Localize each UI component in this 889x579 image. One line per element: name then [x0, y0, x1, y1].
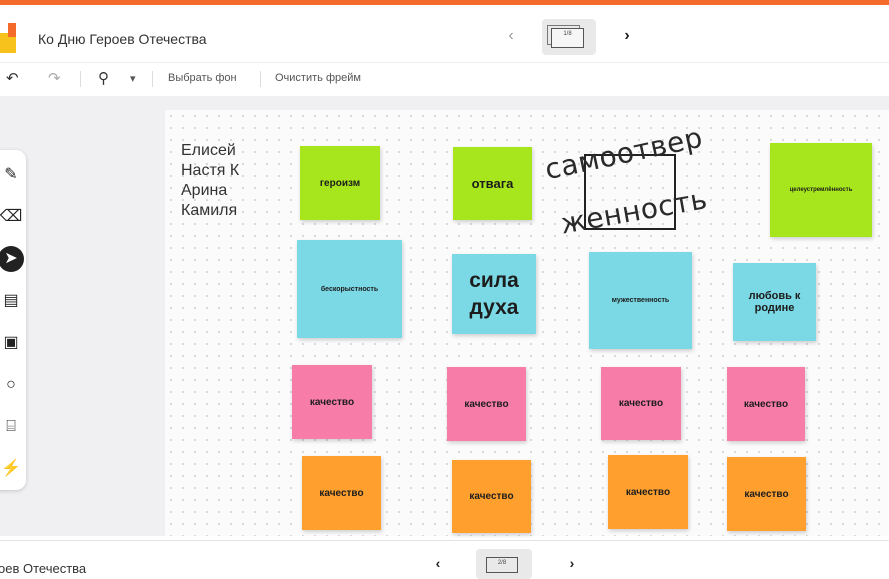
- image-tool-icon[interactable]: ▣: [0, 330, 24, 356]
- handwritten-line: женность: [558, 182, 710, 241]
- toolbar: ↶ ↷ ⚲ ▾ Выбрать фон Очистить фрейм: [0, 62, 889, 94]
- sticky-note[interactable]: качество: [447, 367, 526, 441]
- sticky-note[interactable]: качество: [302, 456, 381, 530]
- prev-frame-button[interactable]: ‹: [428, 555, 448, 575]
- name-line: Елисей: [181, 142, 236, 159]
- undo-icon[interactable]: ↶: [6, 69, 19, 87]
- select-tool-icon[interactable]: ➤: [0, 246, 24, 272]
- prev-frame-button[interactable]: ‹: [500, 25, 522, 47]
- app-logo-icon: [0, 23, 16, 53]
- zoom-icon[interactable]: ⚲: [98, 69, 109, 87]
- sticky-note[interactable]: сила духа: [452, 254, 536, 334]
- sticky-note[interactable]: любовь к родине: [733, 263, 816, 341]
- eraser-tool-icon[interactable]: ⌫: [0, 204, 24, 230]
- choose-background-button[interactable]: Выбрать фон: [168, 72, 237, 84]
- redo-icon[interactable]: ↷: [48, 69, 61, 87]
- team-names: Елисей Настя К Арина Камиля: [181, 141, 239, 221]
- sticky-note[interactable]: качество: [292, 365, 372, 439]
- sticky-note[interactable]: качество: [601, 367, 681, 440]
- sticky-note[interactable]: качество: [608, 455, 688, 529]
- name-line: Настя К: [181, 162, 240, 179]
- shape-tool-icon[interactable]: ○: [0, 372, 24, 398]
- frame-indicator: 2/8: [497, 560, 507, 566]
- sticky-note-tool-icon[interactable]: ▤: [0, 288, 24, 314]
- app-header: Ко Дню Героев Отечества ‹ 1/8 ›: [0, 5, 889, 60]
- frame-thumbnail[interactable]: 2/8: [476, 549, 532, 579]
- zoom-dropdown-caret[interactable]: ▾: [130, 72, 136, 85]
- footer-title: оев Отечества: [0, 561, 87, 576]
- handwritten-line: самоотвер: [542, 120, 706, 187]
- sticky-note[interactable]: качество: [727, 457, 806, 531]
- next-frame-button[interactable]: ›: [616, 25, 638, 47]
- sticky-note[interactable]: качество: [452, 460, 531, 533]
- sticky-note[interactable]: целеустремлённость: [770, 143, 872, 237]
- frame-indicator: 1/8: [563, 31, 572, 37]
- frame-thumbnail[interactable]: 1/8: [542, 19, 596, 55]
- sticky-note[interactable]: бескорыстность: [297, 240, 402, 338]
- board-title: Ко Дню Героев Отечества: [38, 31, 207, 47]
- laser-tool-icon[interactable]: ⚡: [0, 456, 24, 482]
- clear-frame-button[interactable]: Очистить фрейм: [275, 72, 361, 84]
- name-line: Арина: [181, 182, 228, 199]
- text-tool-icon[interactable]: ⌸: [0, 414, 24, 440]
- sticky-note[interactable]: качество: [727, 367, 805, 441]
- tool-palette: ✎ ⌫ ➤ ▤ ▣ ○ ⌸ ⚡: [0, 150, 26, 490]
- pen-tool-icon[interactable]: ✎: [0, 162, 24, 188]
- sticky-note[interactable]: героизм: [300, 146, 380, 220]
- handwritten-text[interactable]: самоотвер женность: [540, 121, 740, 252]
- footer-bar: оев Отечества ‹ 2/8 ›: [0, 540, 889, 579]
- name-line: Камиля: [181, 202, 238, 219]
- sticky-note[interactable]: мужественность: [589, 252, 692, 349]
- sticky-note[interactable]: отвага: [453, 147, 532, 220]
- next-frame-button[interactable]: ›: [562, 555, 582, 575]
